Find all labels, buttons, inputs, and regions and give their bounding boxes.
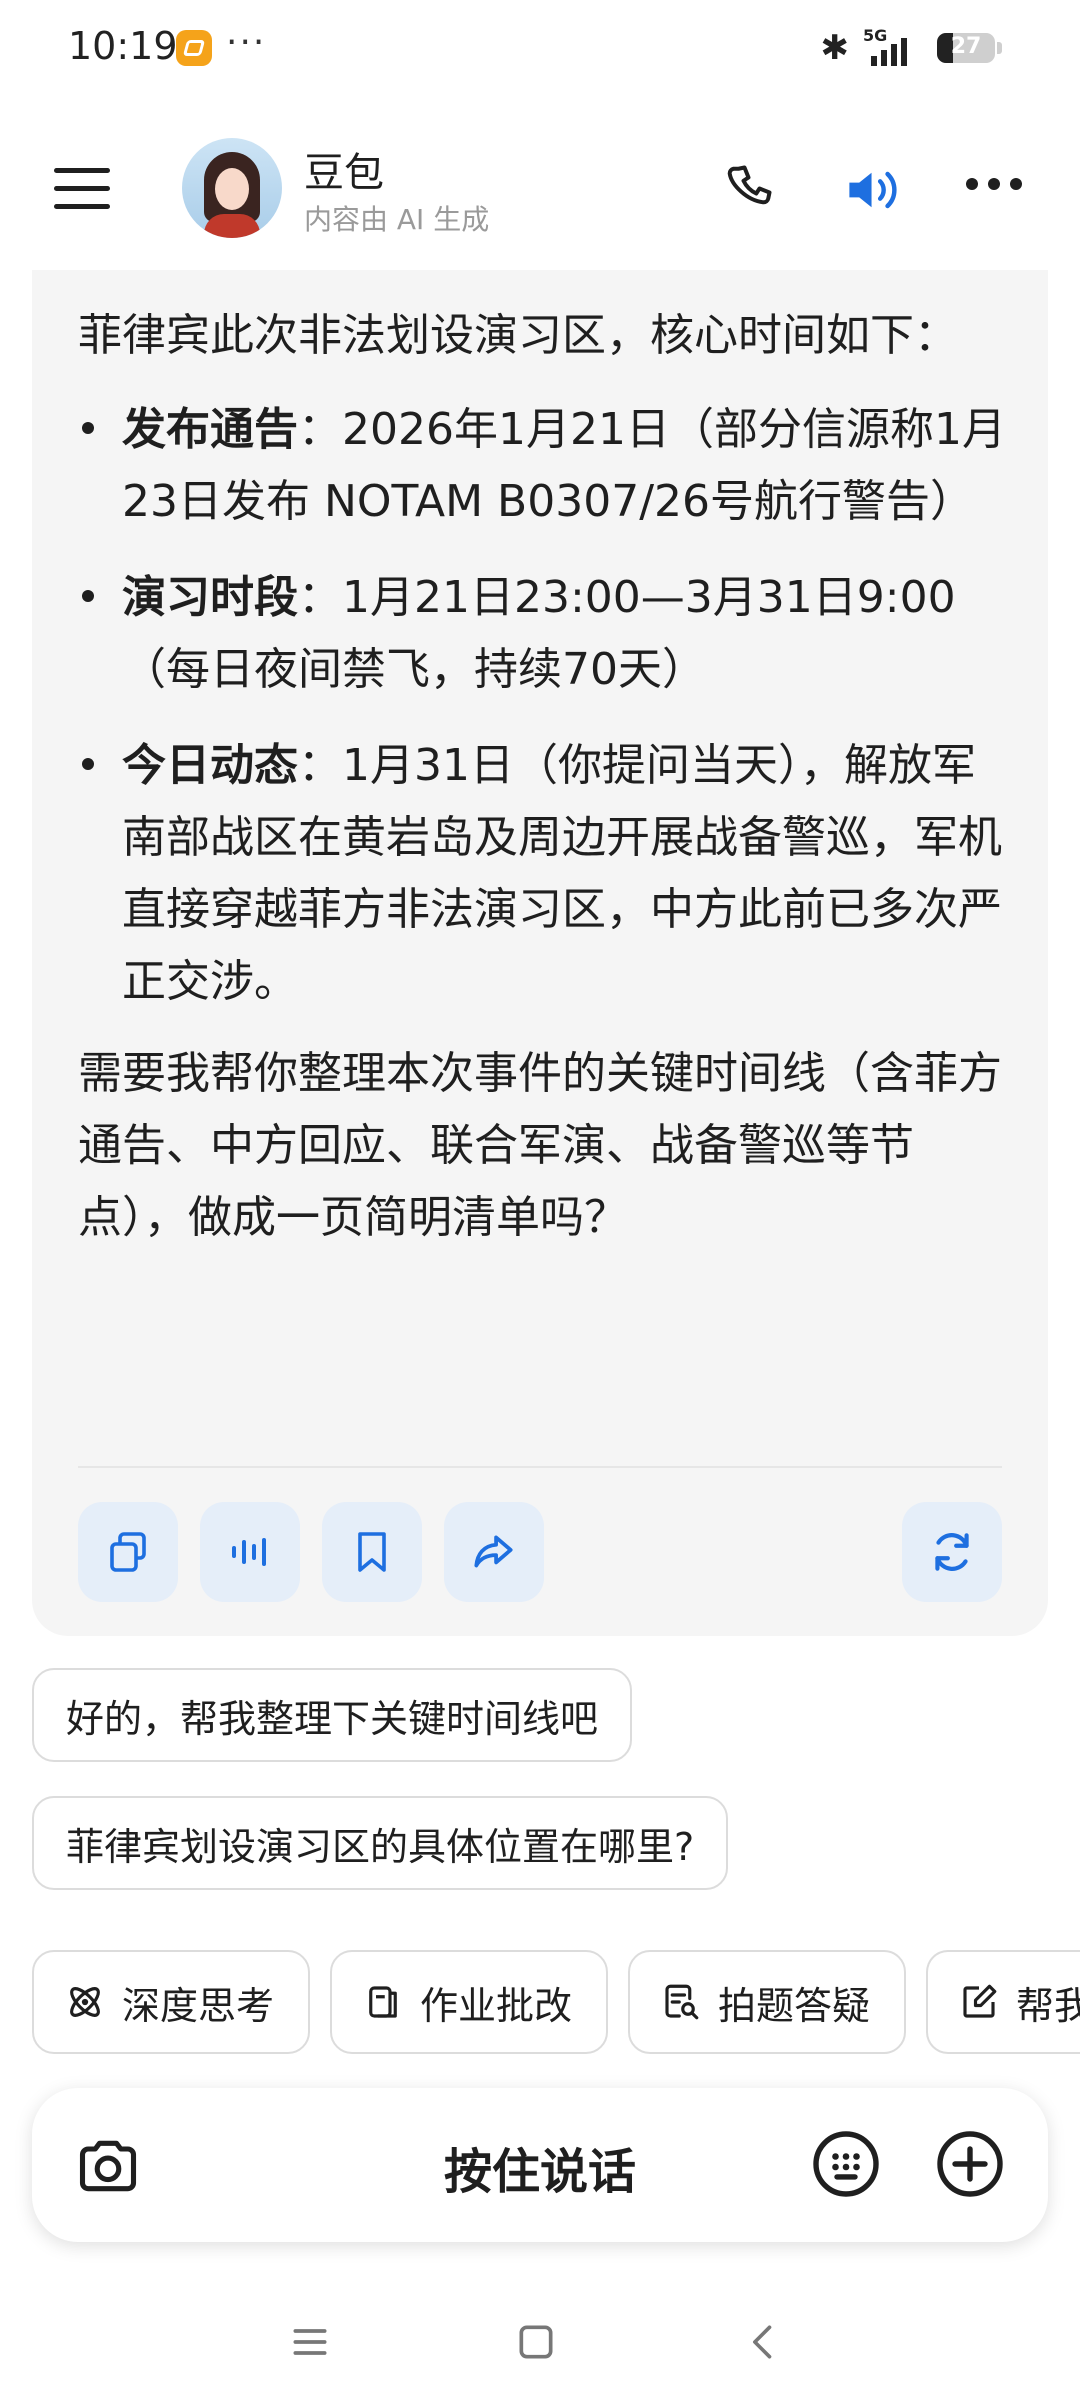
more-icon[interactable] bbox=[966, 178, 1022, 190]
item-label: 发布通告 bbox=[122, 404, 298, 455]
message-list: 发布通告：2026年1月21日（部分信源称1月23日发布 NOTAM B0307… bbox=[78, 394, 1018, 1018]
bluetooth-icon: ✱ bbox=[820, 28, 850, 68]
ai-message: 菲律宾此次非法划设演习区，核心时间如下： 发布通告：2026年1月21日（部分信… bbox=[32, 270, 1048, 1636]
bookmark-button[interactable] bbox=[322, 1502, 422, 1602]
tool-help-me[interactable]: 帮我 bbox=[926, 1950, 1080, 2054]
recents-icon[interactable] bbox=[288, 2320, 332, 2364]
keyboard-emoji-icon bbox=[813, 2131, 879, 2197]
input-bar: 按住说话 bbox=[32, 2088, 1048, 2242]
avatar[interactable] bbox=[182, 138, 282, 238]
voice-playback-button[interactable] bbox=[200, 1502, 300, 1602]
system-nav-bar bbox=[0, 2300, 1080, 2400]
tool-label: 帮我 bbox=[1016, 1983, 1080, 2028]
list-item: 发布通告：2026年1月21日（部分信源称1月23日发布 NOTAM B0307… bbox=[78, 394, 1018, 538]
message-outro: 需要我帮你整理本次事件的关键时间线（含菲方通告、中方回应、联合军演、战备警巡等节… bbox=[78, 1048, 1002, 1243]
plus-button[interactable] bbox=[934, 2128, 1006, 2204]
copy-button[interactable] bbox=[78, 1502, 178, 1602]
system-icons: ✱ 5G 27 bbox=[820, 26, 1002, 70]
emoji-button[interactable] bbox=[810, 2128, 882, 2204]
battery-icon: 27 bbox=[937, 33, 995, 63]
home-icon[interactable] bbox=[514, 2320, 558, 2364]
tool-label: 深度思考 bbox=[122, 1983, 275, 2028]
tool-label: 拍题答疑 bbox=[718, 1983, 871, 2028]
copy-icon bbox=[110, 1532, 146, 1572]
signal-icon: 5G bbox=[863, 26, 923, 70]
ai-disclaimer: 内容由 AI 生成 bbox=[304, 203, 490, 236]
speaker-icon[interactable] bbox=[842, 160, 906, 220]
share-icon bbox=[474, 1535, 513, 1568]
status-bar: 10:19 ··· ✱ 5G 27 bbox=[0, 0, 1080, 100]
phone-icon[interactable] bbox=[722, 160, 782, 220]
status-more-indicator: ··· bbox=[226, 22, 267, 63]
tool-homework-grading[interactable]: 作业批改 bbox=[330, 1950, 608, 2054]
item-label: 今日动态 bbox=[122, 740, 298, 791]
message-intro: 菲律宾此次非法划设演习区，核心时间如下： bbox=[78, 310, 958, 361]
voice-playback-icon bbox=[232, 1538, 266, 1566]
regenerate-icon bbox=[935, 1533, 969, 1571]
tool-photo-question[interactable]: 拍题答疑 bbox=[628, 1950, 906, 2054]
suggestion-chip[interactable]: 菲律宾划设演习区的具体位置在哪里? bbox=[32, 1796, 729, 1890]
list-item: 今日动态：1月31日（你提问当天），解放军南部战区在黄岩岛及周边开展战备警巡，军… bbox=[78, 730, 1018, 1018]
battery-level: 27 bbox=[950, 34, 982, 59]
bookmark-icon bbox=[358, 1532, 386, 1572]
app-notification-icon bbox=[176, 30, 212, 66]
homework-icon bbox=[369, 1986, 397, 2018]
message-body: 菲律宾此次非法划设演习区，核心时间如下： 发布通告：2026年1月21日（部分信… bbox=[78, 300, 1018, 1254]
tool-deep-thinking[interactable]: 深度思考 bbox=[32, 1950, 310, 2054]
status-time: 10:19 bbox=[68, 24, 178, 68]
menu-icon[interactable] bbox=[54, 168, 110, 210]
item-label: 演习时段 bbox=[122, 572, 298, 623]
back-icon[interactable] bbox=[742, 2320, 786, 2364]
regenerate-button[interactable] bbox=[902, 1502, 1002, 1602]
edit-icon bbox=[963, 1984, 997, 2018]
tool-label: 作业批改 bbox=[420, 1983, 573, 2028]
plus-icon bbox=[937, 2131, 1003, 2197]
chat-header: 豆包 内容由 AI 生成 bbox=[0, 120, 1080, 260]
list-item: 演习时段：1月21日23:00—3月31日9:00（每日夜间禁飞，持续70天） bbox=[78, 562, 1018, 706]
hold-to-talk-button[interactable]: 按住说话 bbox=[32, 2132, 1048, 2202]
atom-icon bbox=[70, 1987, 100, 2017]
divider bbox=[78, 1466, 1002, 1468]
bot-name: 豆包 bbox=[304, 150, 384, 196]
suggestion-chip[interactable]: 好的，帮我整理下关键时间线吧 bbox=[32, 1668, 633, 1762]
photo-search-icon bbox=[665, 1984, 699, 2020]
share-button[interactable] bbox=[444, 1502, 544, 1602]
